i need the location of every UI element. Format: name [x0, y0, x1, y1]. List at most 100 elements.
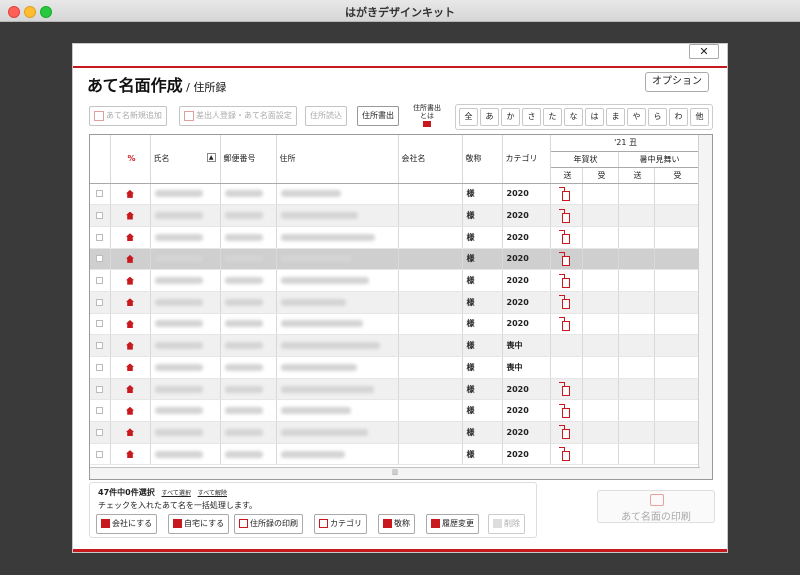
- kana-tab-sa[interactable]: さ: [522, 108, 541, 126]
- row-category[interactable]: 2020: [502, 204, 551, 227]
- row-checkbox[interactable]: [90, 356, 111, 379]
- table-row[interactable]: 様 2020: [90, 421, 699, 444]
- row-category[interactable]: 2020: [502, 183, 551, 206]
- row-shochu-sent[interactable]: [618, 183, 655, 206]
- row-shochu-received[interactable]: [654, 248, 699, 271]
- row-name[interactable]: [150, 378, 221, 401]
- row-name[interactable]: [150, 356, 221, 379]
- header-category[interactable]: カテゴリ: [502, 135, 551, 184]
- row-zip[interactable]: [220, 226, 277, 249]
- row-checkbox[interactable]: [90, 269, 111, 292]
- row-category[interactable]: 2020: [502, 421, 551, 444]
- row-checkbox[interactable]: [90, 421, 111, 444]
- row-nengajo-sent[interactable]: [550, 183, 583, 206]
- header-zip[interactable]: 郵便番号: [220, 135, 277, 184]
- row-address[interactable]: [276, 183, 399, 206]
- row-checkbox-box[interactable]: [96, 428, 104, 436]
- row-shochu-sent[interactable]: [618, 399, 655, 423]
- sort-icon[interactable]: ▲: [206, 153, 216, 163]
- import-address-button[interactable]: 住所読込: [305, 106, 347, 126]
- row-company[interactable]: [398, 399, 463, 423]
- table-row[interactable]: 様 2020: [90, 269, 699, 292]
- row-company[interactable]: [398, 183, 463, 206]
- row-nengajo-received[interactable]: [582, 313, 619, 336]
- row-checkbox[interactable]: [90, 334, 111, 357]
- row-honorific[interactable]: 様: [462, 183, 503, 206]
- row-shochu-sent[interactable]: [618, 334, 655, 357]
- row-address[interactable]: [276, 443, 399, 466]
- row-nengajo-sent[interactable]: [550, 313, 583, 336]
- table-row[interactable]: 様 2020: [90, 291, 699, 314]
- table-row[interactable]: 様 2020: [90, 183, 699, 206]
- row-zip[interactable]: [220, 356, 277, 379]
- row-name[interactable]: [150, 291, 221, 314]
- header-name[interactable]: 氏名 ▲: [150, 135, 221, 184]
- row-home-company[interactable]: [110, 226, 151, 249]
- row-company[interactable]: [398, 356, 463, 379]
- row-nengajo-sent[interactable]: [550, 421, 583, 444]
- row-checkbox-box[interactable]: [96, 407, 104, 415]
- row-name[interactable]: [150, 334, 221, 357]
- row-nengajo-received[interactable]: [582, 421, 619, 444]
- table-row[interactable]: 様 2020: [90, 378, 699, 401]
- table-row[interactable]: 様 2020: [90, 248, 699, 271]
- row-shochu-received[interactable]: [654, 313, 699, 336]
- kana-tab-a[interactable]: あ: [480, 108, 499, 126]
- row-checkbox[interactable]: [90, 248, 111, 271]
- row-checkbox-box[interactable]: [96, 190, 104, 198]
- row-shochu-received[interactable]: [654, 421, 699, 444]
- row-checkbox-box[interactable]: [96, 363, 104, 371]
- option-button[interactable]: オプション: [645, 72, 709, 92]
- row-category[interactable]: 2020: [502, 313, 551, 336]
- row-shochu-sent[interactable]: [618, 313, 655, 336]
- row-zip[interactable]: [220, 183, 277, 206]
- row-address[interactable]: [276, 291, 399, 314]
- row-checkbox-box[interactable]: [96, 298, 104, 306]
- row-nengajo-received[interactable]: [582, 356, 619, 379]
- row-checkbox-box[interactable]: [96, 320, 104, 328]
- row-zip[interactable]: [220, 399, 277, 423]
- row-nengajo-sent[interactable]: [550, 291, 583, 314]
- row-category[interactable]: 2020: [502, 399, 551, 423]
- header-address[interactable]: 住所: [276, 135, 399, 184]
- row-name[interactable]: [150, 183, 221, 206]
- row-home-company[interactable]: [110, 269, 151, 292]
- table-row[interactable]: 様 喪中: [90, 356, 699, 379]
- row-nengajo-received[interactable]: [582, 399, 619, 423]
- row-honorific[interactable]: 様: [462, 356, 503, 379]
- print-address-button[interactable]: あて名面の印刷: [597, 490, 715, 523]
- row-nengajo-received[interactable]: [582, 269, 619, 292]
- row-zip[interactable]: [220, 421, 277, 444]
- kana-tab-other[interactable]: 他: [690, 108, 709, 126]
- row-name[interactable]: [150, 421, 221, 444]
- row-name[interactable]: [150, 313, 221, 336]
- row-name[interactable]: [150, 204, 221, 227]
- deselect-all-link[interactable]: すべて解除: [198, 490, 227, 497]
- row-address[interactable]: [276, 421, 399, 444]
- print-list-button[interactable]: 住所録の印刷: [234, 514, 303, 534]
- row-shochu-received[interactable]: [654, 378, 699, 401]
- row-nengajo-sent[interactable]: [550, 334, 583, 357]
- row-nengajo-sent[interactable]: [550, 443, 583, 466]
- header-company[interactable]: 会社名: [398, 135, 463, 184]
- row-honorific[interactable]: 様: [462, 269, 503, 292]
- row-nengajo-sent[interactable]: [550, 399, 583, 423]
- kana-tab-ya[interactable]: や: [627, 108, 646, 126]
- row-honorific[interactable]: 様: [462, 378, 503, 401]
- row-name[interactable]: [150, 269, 221, 292]
- make-home-button[interactable]: 自宅にする: [168, 514, 230, 534]
- row-category[interactable]: 2020: [502, 248, 551, 271]
- kana-tab-ma[interactable]: ま: [606, 108, 625, 126]
- row-nengajo-received[interactable]: [582, 291, 619, 314]
- table-row[interactable]: 様 2020: [90, 204, 699, 227]
- row-zip[interactable]: [220, 269, 277, 292]
- export-address-button[interactable]: 住所書出: [357, 106, 399, 126]
- vertical-scrollbar[interactable]: [698, 135, 712, 479]
- row-checkbox[interactable]: [90, 291, 111, 314]
- row-address[interactable]: [276, 399, 399, 423]
- table-row[interactable]: 様 2020: [90, 399, 699, 423]
- kana-tab-na[interactable]: な: [564, 108, 583, 126]
- row-zip[interactable]: [220, 204, 277, 227]
- row-category[interactable]: 2020: [502, 443, 551, 466]
- row-home-company[interactable]: [110, 248, 151, 271]
